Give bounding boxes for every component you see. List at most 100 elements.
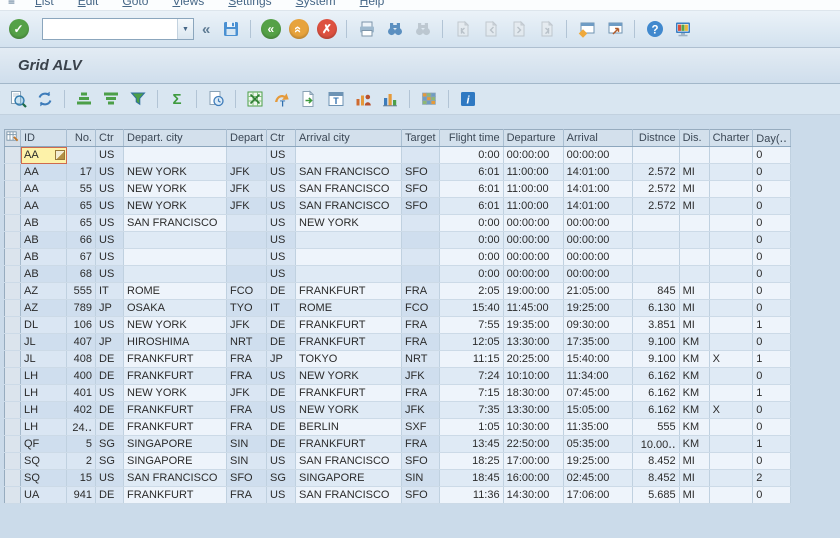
cell[interactable]: JFK	[227, 198, 267, 215]
row-selector[interactable]	[5, 215, 21, 232]
cell[interactable]: 7:24	[439, 368, 503, 385]
cell[interactable]: 68	[67, 266, 96, 283]
cell[interactable]: FRA	[402, 334, 440, 351]
cell[interactable]: 19:35:00	[503, 317, 563, 334]
cell[interactable]: 22:50:00	[503, 436, 563, 453]
last-page-button[interactable]	[534, 17, 559, 42]
cell[interactable]: 0	[753, 198, 791, 215]
row-selector[interactable]	[5, 317, 21, 334]
cell[interactable]: LH	[21, 402, 67, 419]
row-selector[interactable]	[5, 300, 21, 317]
cell[interactable]	[709, 453, 753, 470]
cell[interactable]	[124, 266, 227, 283]
cell[interactable]: JFK	[402, 402, 440, 419]
cell[interactable]: HIROSHIMA	[124, 334, 227, 351]
column-header-arrival-city-6[interactable]: Arrival city	[296, 130, 402, 147]
cell[interactable]: DE	[96, 402, 124, 419]
cell[interactable]: 11:00:00	[503, 198, 563, 215]
cell[interactable]: US	[267, 453, 296, 470]
cell[interactable]: 7:35	[439, 402, 503, 419]
cell[interactable]: 10:10:00	[503, 368, 563, 385]
cell[interactable]: 0	[753, 402, 791, 419]
cell[interactable]: 6.162	[632, 402, 679, 419]
cell[interactable]: SAN FRANCISCO	[296, 453, 402, 470]
cell[interactable]: 11:15	[439, 351, 503, 368]
cell[interactable]	[709, 317, 753, 334]
cell[interactable]: 106	[67, 317, 96, 334]
cell[interactable]: TYO	[227, 300, 267, 317]
cell[interactable]: US	[96, 249, 124, 266]
cell[interactable]: 6:01	[439, 164, 503, 181]
cell[interactable]: SAN FRANCISCO	[296, 487, 402, 504]
cell[interactable]: MI	[679, 164, 709, 181]
cell[interactable]: FRANKFURT	[124, 487, 227, 504]
cell[interactable]	[709, 232, 753, 249]
cell[interactable]: SINGAPORE	[124, 453, 227, 470]
row-selector[interactable]	[5, 147, 21, 164]
row-selector[interactable]	[5, 164, 21, 181]
cell[interactable]	[296, 232, 402, 249]
cell[interactable]: US	[96, 147, 124, 164]
cell[interactable]: 408	[67, 351, 96, 368]
cell[interactable]: 1	[753, 385, 791, 402]
cell[interactable]: FCO	[402, 300, 440, 317]
cell[interactable]: 400	[67, 368, 96, 385]
row-selector[interactable]	[5, 419, 21, 436]
column-header-day-14[interactable]: Day(‥	[753, 130, 791, 147]
cell[interactable]	[632, 232, 679, 249]
cell[interactable]: 11:00:00	[503, 181, 563, 198]
cell[interactable]: 13:45	[439, 436, 503, 453]
cell[interactable]: 2	[67, 453, 96, 470]
cell[interactable]: NEW YORK	[124, 198, 227, 215]
cell[interactable]: 0:00	[439, 249, 503, 266]
cell[interactable]: 0:00	[439, 232, 503, 249]
cell[interactable]: US	[267, 249, 296, 266]
cell[interactable]: 07:45:00	[563, 385, 632, 402]
cell[interactable]	[124, 232, 227, 249]
first-page-button[interactable]	[450, 17, 475, 42]
cell[interactable]: SINGAPORE	[124, 436, 227, 453]
cell[interactable]: 0	[753, 453, 791, 470]
cell[interactable]	[709, 181, 753, 198]
cell[interactable]: US	[96, 470, 124, 487]
cell[interactable]: US	[267, 198, 296, 215]
cell[interactable]: KM	[679, 436, 709, 453]
row-selector[interactable]	[5, 266, 21, 283]
cell[interactable]: 09:30:00	[563, 317, 632, 334]
cell[interactable]: 1:05	[439, 419, 503, 436]
cell[interactable]: FRANKFURT	[296, 334, 402, 351]
cell[interactable]	[632, 215, 679, 232]
cell[interactable]: 11:34:00	[563, 368, 632, 385]
cell[interactable]: SFO	[402, 198, 440, 215]
cell[interactable]	[632, 147, 679, 164]
cell[interactable]: JFK	[227, 164, 267, 181]
crystal-reports-button[interactable]	[351, 87, 375, 111]
cell[interactable]	[709, 164, 753, 181]
cell[interactable]: X	[709, 402, 753, 419]
cell[interactable]: JFK	[402, 368, 440, 385]
cell[interactable]: 1	[753, 436, 791, 453]
cell[interactable]: NRT	[402, 351, 440, 368]
cell[interactable]: SAN FRANCISCO	[296, 198, 402, 215]
cell[interactable]: 0:00	[439, 147, 503, 164]
row-selector[interactable]	[5, 283, 21, 300]
cell[interactable]: JP	[267, 351, 296, 368]
cell[interactable]: 6:01	[439, 181, 503, 198]
cell[interactable]: 3.851	[632, 317, 679, 334]
command-dropdown-icon[interactable]: ▼	[177, 19, 193, 39]
cell[interactable]: 65	[67, 198, 96, 215]
cell[interactable]: 67	[67, 249, 96, 266]
cell[interactable]: FRA	[402, 283, 440, 300]
column-header-depart-4[interactable]: Depart	[227, 130, 267, 147]
cell[interactable]: 402	[67, 402, 96, 419]
cell[interactable]: 15	[67, 470, 96, 487]
cell[interactable]: DE	[267, 334, 296, 351]
cell[interactable]: DL	[21, 317, 67, 334]
column-header-departure-9[interactable]: Departure	[503, 130, 563, 147]
cell[interactable]: 5.685	[632, 487, 679, 504]
cell[interactable]: SIN	[227, 453, 267, 470]
cell[interactable]: SFO	[402, 181, 440, 198]
cell[interactable]: SIN	[227, 436, 267, 453]
cell[interactable]: US	[96, 181, 124, 198]
cell[interactable]: 11:45:00	[503, 300, 563, 317]
